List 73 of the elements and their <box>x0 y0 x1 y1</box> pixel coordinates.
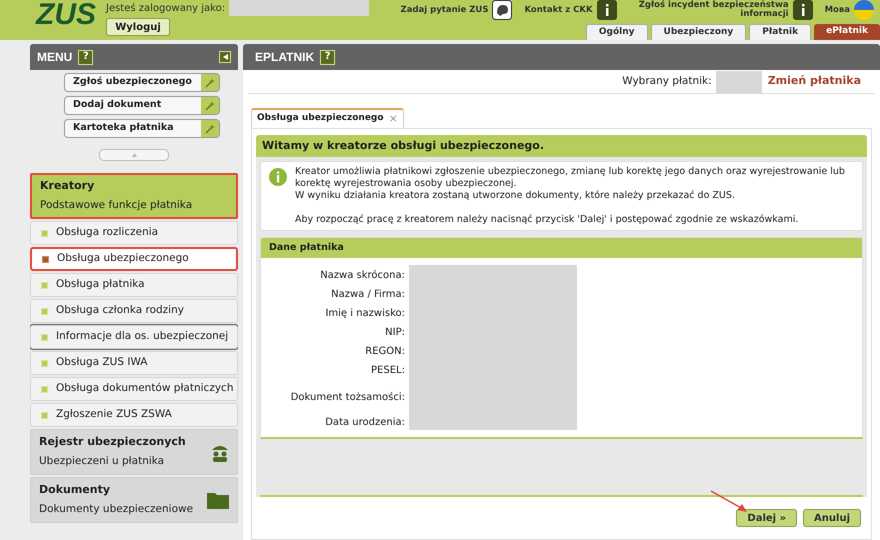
field-label: PESEL: <box>371 364 405 378</box>
section-subtitle: Podstawowe funkcje płatnika <box>40 198 194 213</box>
field-label: Nazwa skrócona: <box>320 269 405 283</box>
field-label: NIP: <box>385 326 405 340</box>
nav-tab[interactable]: ePłatnik <box>814 24 880 40</box>
header-link[interactable]: Zgłoś incydent bezpieczeństwa informacji <box>628 1 789 19</box>
menu-title: MENU <box>37 49 72 66</box>
bullet-icon <box>41 360 48 366</box>
bullet-icon <box>41 386 48 392</box>
wand-icon <box>205 78 215 88</box>
wizard-button[interactable]: Anuluj <box>803 509 861 527</box>
help-button[interactable]: ? <box>78 50 94 64</box>
nav-tab[interactable]: Płatnik <box>749 24 812 40</box>
field-label: Imię i nazwisko: <box>325 307 405 321</box>
section-title: Dokumenty <box>39 482 112 498</box>
nav-tab[interactable]: Ogólny <box>586 24 648 40</box>
menu-section[interactable]: Dokumenty Dokumenty ubezpieczeniowe <box>30 477 238 523</box>
quick-action-button[interactable]: Kartoteka płatnika <box>64 119 220 138</box>
menu-item[interactable]: Obsługa członka rodziny <box>30 299 238 323</box>
caret-up-icon <box>132 153 136 157</box>
info-icon <box>269 168 287 186</box>
field-label: Dokument tożsamości: <box>290 391 405 405</box>
header-link[interactable]: Kontakt z CKK <box>524 6 593 14</box>
help-button[interactable]: ? <box>320 50 336 64</box>
field-label: Data urodzenia: <box>325 416 405 430</box>
header-link[interactable]: Мова <box>824 6 850 14</box>
menu-item[interactable]: Obsługa ZUS IWA <box>30 351 238 375</box>
section-subtitle: Ubezpieczeni u płatnika <box>39 454 166 469</box>
field-label: Nazwa / Firma: <box>331 288 405 302</box>
info-icon <box>596 0 617 20</box>
document-tab[interactable]: Obsługa ubezpieczonego × <box>251 108 404 128</box>
flag-icon <box>854 0 874 20</box>
collapse-icon[interactable] <box>219 51 231 63</box>
payer-label: Wybrany płatnik: <box>622 74 712 89</box>
main-title: EPLATNIK <box>255 49 314 66</box>
bullet-icon <box>42 256 49 262</box>
section-subtitle: Dokumenty ubezpieczeniowe <box>39 502 194 517</box>
info-icon <box>792 0 813 20</box>
bullet-icon <box>41 334 48 340</box>
info-text: W wyniku działania kreatora zostaną utworzone dokumenty, które należy przekazać do ZUS. <box>295 190 736 202</box>
change-payer-link[interactable]: Zmień płatnika <box>768 73 861 90</box>
bullet-icon <box>41 412 48 418</box>
chat-icon <box>492 0 512 20</box>
section-title: Kreatory <box>40 178 96 194</box>
user-label: Jesteś zalogowany jako: <box>106 2 226 16</box>
menu-section[interactable]: Rejestr ubezpieczonych Ubezpieczeni u płatnika <box>30 429 238 475</box>
info-text: Kreator umożliwia płatnikowi zgłoszenie ubezpieczonego, zmianę lub korektę jego danych oraz wyrejestrowanie lub korektę wyrejestrowania osoby ubezpieczonej. <box>295 166 846 190</box>
wand-icon <box>205 100 215 110</box>
bullet-icon <box>41 282 48 288</box>
bullet-icon <box>41 230 48 236</box>
nav-tab[interactable]: Ubezpieczony <box>650 24 746 40</box>
menu-section[interactable]: Kreatory Podstawowe funkcje płatnika <box>30 173 238 219</box>
wand-icon <box>205 124 215 134</box>
menu-item[interactable]: Informacje dla os. ubezpieczonej <box>30 325 238 349</box>
logo: ZUS <box>36 0 97 33</box>
menu-item[interactable]: Obsługa rozliczenia <box>30 221 238 245</box>
menu-item[interactable]: Obsługa płatnika <box>30 273 238 297</box>
info-text: Aby rozpocząć pracę z kreatorem należy nacisnąć przycisk 'Dalej' i postępować zgodnie ze wskazówkami. <box>295 214 800 226</box>
header-link[interactable]: Zadaj pytanie ZUS <box>400 6 488 14</box>
logout-button[interactable]: Wyloguj <box>106 18 170 36</box>
wizard-button[interactable]: Dalej » <box>736 509 798 527</box>
pointer-arrow <box>709 489 749 513</box>
menu-item[interactable]: Obsługa ubezpieczonego <box>30 247 238 271</box>
section-header: Dane płatnika <box>261 238 862 258</box>
menu-item[interactable]: Zgłoszenie ZUS ZSWA <box>30 403 238 427</box>
folder-icon <box>207 491 229 509</box>
menu-item[interactable]: Obsługa dokumentów płatniczych <box>30 377 238 401</box>
field-label: REGON: <box>365 345 405 359</box>
bullet-icon <box>41 308 48 314</box>
quick-action-button[interactable]: Zgłoś ubezpieczonego <box>64 73 220 92</box>
section-title: Rejestr ubezpieczonych <box>39 434 187 450</box>
quick-action-button[interactable]: Dodaj dokument <box>64 96 220 115</box>
wizard-title-bar: Witamy w kreatorze obsługi ubezpieczonego. <box>256 135 867 157</box>
